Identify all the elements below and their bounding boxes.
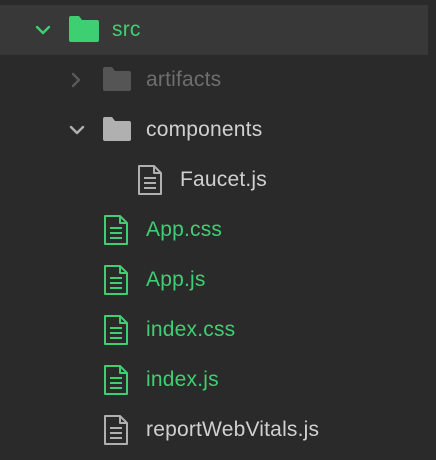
chevron-down-icon[interactable] xyxy=(68,121,86,139)
tree-item-label: Faucet.js xyxy=(180,168,267,191)
file-icon xyxy=(103,214,129,246)
file-icon xyxy=(103,364,129,396)
folder-icon xyxy=(68,15,100,43)
tree-item-label: src xyxy=(112,18,141,41)
tree-item-app-css[interactable]: App.css xyxy=(0,205,436,255)
tree-item-faucet-js[interactable]: Faucet.js xyxy=(0,155,436,205)
tree-item-label: reportWebVitals.js xyxy=(146,418,320,441)
folder-icon xyxy=(102,66,132,92)
tree-item-label: components xyxy=(146,118,263,141)
file-icon xyxy=(137,164,163,196)
tree-item-label: App.js xyxy=(146,268,206,291)
tree-item-label: index.css xyxy=(146,318,236,341)
tree-item-components[interactable]: components xyxy=(0,105,436,155)
tree-item-label: App.css xyxy=(146,218,223,241)
file-icon xyxy=(103,264,129,296)
file-tree: src artifacts components Faucet.js App.c… xyxy=(0,0,436,460)
tree-item-index-js[interactable]: index.js xyxy=(0,355,436,405)
folder-icon xyxy=(102,116,132,142)
tree-item-index-css[interactable]: index.css xyxy=(0,305,436,355)
tree-item-report-web-vitals-js[interactable]: reportWebVitals.js xyxy=(0,405,436,455)
tree-item-src[interactable]: src xyxy=(0,5,428,55)
tree-item-artifacts[interactable]: artifacts xyxy=(0,55,436,105)
chevron-down-icon[interactable] xyxy=(34,21,52,39)
file-icon xyxy=(103,414,129,446)
scrollbar-track[interactable] xyxy=(428,0,436,460)
chevron-right-icon[interactable] xyxy=(67,71,85,89)
tree-item-label: artifacts xyxy=(146,68,222,91)
file-icon xyxy=(103,314,129,346)
tree-item-app-js[interactable]: App.js xyxy=(0,255,436,305)
tree-item-label: index.js xyxy=(146,368,219,391)
